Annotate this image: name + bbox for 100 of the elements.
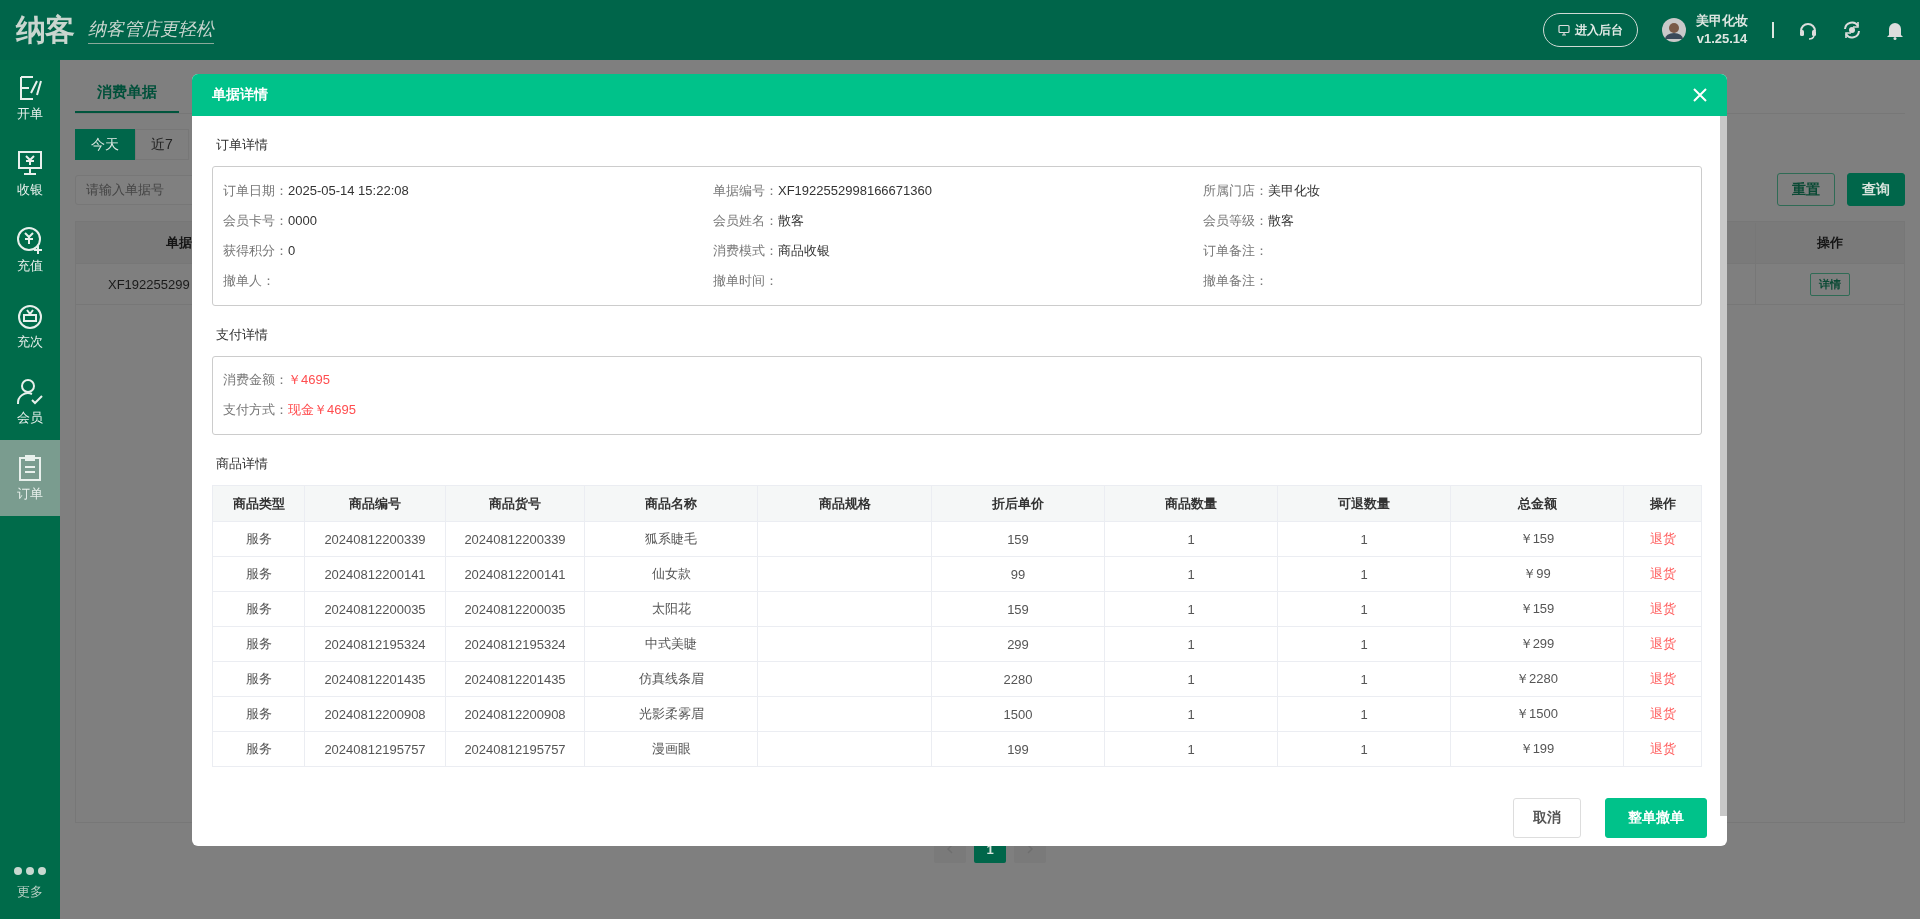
table-cell: 服务: [245, 531, 272, 546]
field-label: 获得积分：: [223, 243, 288, 258]
field-label: 单据编号：: [713, 183, 778, 198]
table-cell: 20240812195757: [324, 741, 426, 757]
table-cell: ￥99: [1523, 566, 1551, 581]
table-cell: ￥2280: [1516, 671, 1558, 686]
table-cell: 20240812200339: [464, 531, 566, 547]
table-cell: 仿真线条眉: [638, 671, 704, 686]
table-cell: 中式美睫: [645, 636, 697, 651]
table-cell: 1: [1360, 706, 1368, 722]
table-cell: ￥199: [1519, 741, 1555, 756]
column-header: 商品规格: [757, 485, 932, 522]
table-cell: 20240812201435: [324, 671, 426, 687]
table-cell: 20240812200141: [324, 566, 426, 582]
table-cell: 光影柔雾眉: [638, 706, 704, 721]
table-cell: 159: [1007, 531, 1029, 547]
section-title: 商品详情: [215, 455, 269, 473]
table-cell: 20240812200035: [464, 601, 566, 617]
field-label: 消费模式：: [713, 243, 778, 258]
section-title: 订单详情: [215, 136, 269, 154]
table-cell: 199: [1007, 741, 1029, 757]
table-cell: 20240812195324: [324, 636, 426, 652]
table-cell: 1: [1187, 671, 1195, 687]
table-cell: 99: [1010, 566, 1026, 582]
field-label: 订单日期：: [223, 183, 288, 198]
table-cell: 漫画眼: [651, 741, 691, 756]
field-value: 商品收银: [778, 243, 830, 258]
field-label: 撤单备注：: [1203, 273, 1268, 288]
table-cell: ￥159: [1519, 601, 1555, 616]
table-cell: ￥299: [1519, 636, 1555, 651]
column-header: 总金额: [1450, 485, 1624, 522]
table-cell: 1: [1187, 566, 1195, 582]
table-cell: 服务: [245, 706, 272, 721]
column-header: 折后单价: [931, 485, 1105, 522]
table-cell: 1: [1187, 636, 1195, 652]
column-header: 操作: [1623, 485, 1702, 522]
version-text: v1.25.14: [1696, 30, 1748, 48]
table-cell: 1: [1360, 741, 1368, 757]
table-cell: 服务: [245, 741, 272, 756]
table-cell: 服务: [245, 636, 272, 651]
column-header: 商品数量: [1104, 485, 1278, 522]
table-cell: 服务: [245, 671, 272, 686]
table-cell: 仙女款: [651, 566, 691, 581]
slogan: 纳客管店更轻松: [88, 16, 214, 44]
field-label: 会员卡号：: [223, 213, 288, 228]
field-label: 所属门店：: [1203, 183, 1268, 198]
column-header: 商品名称: [584, 485, 758, 522]
table-cell: 1: [1187, 706, 1195, 722]
field-label: 会员等级：: [1203, 213, 1268, 228]
table-cell: 20240812200339: [324, 531, 426, 547]
logo: 纳客: [16, 11, 74, 48]
table-cell: 20240812200908: [324, 706, 426, 722]
table-cell: 服务: [245, 566, 272, 581]
table-cell: 2280: [1003, 671, 1033, 687]
table-cell: 太阳花: [651, 601, 691, 616]
table-cell: 1: [1360, 531, 1368, 547]
table-cell: 20240812200908: [464, 706, 566, 722]
field-label: 撤单人：: [223, 273, 275, 288]
table-cell: 1500: [1003, 706, 1033, 722]
field-label: 支付方式：: [223, 402, 288, 417]
table-cell: 1: [1360, 601, 1368, 617]
column-header: 商品类型: [212, 485, 305, 522]
field-value: 0: [288, 243, 296, 258]
column-header: 操作: [1755, 222, 1904, 263]
table-cell: 服务: [245, 601, 272, 616]
table-cell: 狐系睫毛: [645, 531, 697, 546]
field-label: 订单备注：: [1203, 243, 1268, 258]
table-cell: ￥1500: [1516, 706, 1558, 721]
table-cell: 20240812201435: [464, 671, 566, 687]
field-label: 会员姓名：: [713, 213, 778, 228]
table-cell: 299: [1007, 636, 1029, 652]
table-cell: ￥159: [1519, 531, 1555, 546]
field-value: 散客: [1268, 213, 1294, 228]
table-cell: 1: [1187, 741, 1195, 757]
table-cell: 159: [1007, 601, 1029, 617]
table-cell: 20240812195324: [464, 636, 566, 652]
store-name: 美甲化妆: [1696, 12, 1748, 30]
field-value: 散客: [778, 213, 804, 228]
field-label: 消费金额：: [223, 372, 288, 387]
table-cell: 20240812195757: [464, 741, 566, 757]
table-cell: 1: [1360, 566, 1368, 582]
field-value: 现金￥4695: [288, 402, 356, 417]
field-value: 美甲化妆: [1268, 183, 1320, 198]
table-cell: 1: [1360, 671, 1368, 687]
column-header: 商品货号: [445, 485, 585, 522]
column-header: 商品编号: [304, 485, 446, 522]
column-header: 可退数量: [1277, 485, 1451, 522]
field-value: 0000: [288, 213, 317, 228]
dialog-title: 单据详情: [212, 86, 268, 104]
table-cell: 20240812200141: [464, 566, 566, 582]
table-cell-text: XF192255299: [107, 276, 190, 292]
field-value: 2025-05-14 15:22:08: [288, 183, 409, 198]
section-title: 支付详情: [215, 326, 269, 344]
field-label: 撤单时间：: [713, 273, 778, 288]
table-cell: 20240812200035: [324, 601, 426, 617]
column-header: 单据: [165, 233, 192, 252]
table-cell: 1: [1187, 531, 1195, 547]
field-value: ￥4695: [288, 372, 330, 387]
table-cell: 1: [1360, 636, 1368, 652]
table-cell: 1: [1187, 601, 1195, 617]
